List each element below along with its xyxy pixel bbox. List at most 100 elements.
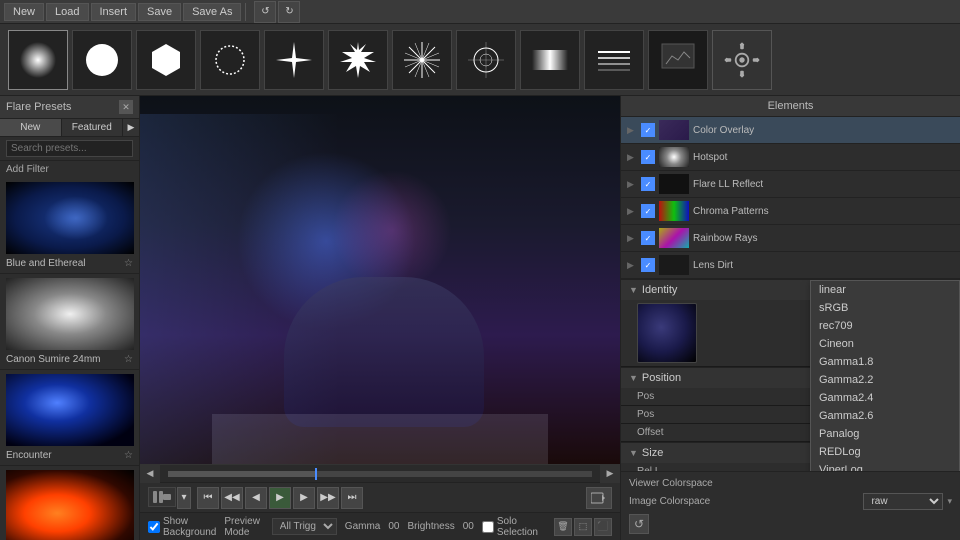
skip-to-start-button[interactable]: ⏮ (197, 487, 219, 509)
brush-6star[interactable] (328, 30, 388, 90)
step-back-button[interactable]: ◀ (245, 487, 267, 509)
cs-Gamma22[interactable]: Gamma2.2 (811, 371, 959, 389)
colorspace-dropdown: linear sRGB rec709 Cineon Gamma1.8 Gamma… (810, 280, 960, 471)
element-check-chroma[interactable]: ✓ (641, 204, 655, 218)
step-forward-button[interactable]: ▶ (293, 487, 315, 509)
settings-button[interactable] (712, 30, 772, 90)
element-check-lens-dirt[interactable]: ✓ (641, 258, 655, 272)
tab-featured[interactable]: Featured (62, 119, 124, 136)
preset-encounter[interactable]: Encounter ☆ (0, 370, 139, 466)
identity-title: Identity (642, 284, 677, 296)
brush-4star[interactable] (264, 30, 324, 90)
next-frame-button[interactable]: ▶▶ (317, 487, 339, 509)
preset-thumb-eye-beholder (6, 470, 134, 540)
save-button[interactable]: Save (138, 3, 181, 21)
cs-Gamma24[interactable]: Gamma2.4 (811, 389, 959, 407)
star-icon-canon-sumire[interactable]: ☆ (124, 354, 133, 365)
preset-eye-beholder[interactable]: Eye of the Beholder ☆ (0, 466, 139, 540)
brush-hexagon[interactable] (136, 30, 196, 90)
element-row-lens-dirt[interactable]: ▶ ✓ Lens Dirt (621, 252, 960, 279)
load-button[interactable]: Load (46, 3, 88, 21)
element-expand-arrow[interactable]: ▶ (627, 125, 637, 136)
element-check-flare[interactable]: ✓ (641, 177, 655, 191)
star-icon-encounter[interactable]: ☆ (124, 450, 133, 461)
undo-row: ↺ (629, 512, 952, 536)
undo-button[interactable]: ↺ (254, 1, 276, 23)
close-panel-button[interactable]: ✕ (119, 100, 133, 114)
position-title: Position (642, 372, 681, 384)
identity-arrow: ▼ (629, 285, 638, 295)
new-button[interactable]: New (4, 3, 44, 21)
image-colorspace-select[interactable]: raw (863, 493, 943, 510)
solo-selection-checkbox[interactable]: Solo Selection (482, 516, 538, 538)
cs-Cineon[interactable]: Cineon (811, 335, 959, 353)
play-button[interactable]: ▶ (269, 487, 291, 509)
element-expand-chroma[interactable]: ▶ (627, 206, 637, 217)
brush-preview-thumb[interactable] (648, 30, 708, 90)
brush-circle-outline[interactable] (200, 30, 260, 90)
colorspace-section: Viewer Colorspace Image Colorspace raw ▾… (621, 471, 960, 540)
element-thumb-hotspot (659, 147, 689, 167)
undo-icon[interactable]: ↺ (629, 514, 649, 534)
add-filter-button[interactable]: Add Filter (0, 161, 139, 178)
element-name-hotspot: Hotspot (693, 152, 954, 163)
brightness-label: Brightness (407, 521, 454, 532)
cs-linear[interactable]: linear (811, 281, 959, 299)
element-row-color-overlay[interactable]: ▶ ✓ Color Overlay (621, 117, 960, 144)
cs-rec709[interactable]: rec709 (811, 317, 959, 335)
brush-lines[interactable] (584, 30, 644, 90)
delete-icon-2[interactable]: ⬚ (574, 518, 592, 536)
preset-blue-ethereal[interactable]: Blue and Ethereal ☆ (0, 178, 139, 274)
save-as-button[interactable]: Save As (183, 3, 241, 21)
element-expand-hotspot[interactable]: ▶ (627, 152, 637, 163)
redo-button[interactable]: ↻ (278, 1, 300, 23)
element-check-color-overlay[interactable]: ✓ (641, 123, 655, 137)
timeline-track[interactable] (168, 471, 592, 477)
element-row-flare-ll-reflect[interactable]: ▶ ✓ Flare LL Reflect (621, 171, 960, 198)
cs-Gamma18[interactable]: Gamma1.8 (811, 353, 959, 371)
element-name-rainbow: Rainbow Rays (693, 233, 954, 244)
element-check-hotspot[interactable]: ✓ (641, 150, 655, 164)
gamma-value: 00 (388, 521, 399, 532)
element-check-rainbow[interactable]: ✓ (641, 231, 655, 245)
cs-Panalog[interactable]: Panalog (811, 425, 959, 443)
element-name-color-overlay: Color Overlay (693, 125, 954, 136)
preset-tabs: New Featured ▶ (0, 119, 139, 137)
cs-Gamma26[interactable]: Gamma2.6 (811, 407, 959, 425)
timeline-next-button[interactable]: ▶ (600, 465, 620, 483)
element-row-rainbow-rays[interactable]: ▶ ✓ Rainbow Rays (621, 225, 960, 252)
cs-ViperLog[interactable]: ViperLog (811, 461, 959, 471)
brush-half-gradient[interactable] (520, 30, 580, 90)
elements-list: ▶ ✓ Color Overlay ▶ ✓ Hotspot ▶ ✓ Flare … (621, 117, 960, 280)
prev-frame-button[interactable]: ◀◀ (221, 487, 243, 509)
element-expand-flare[interactable]: ▶ (627, 179, 637, 190)
star-icon-blue-ethereal[interactable]: ☆ (124, 258, 133, 269)
transport-dropdown[interactable]: ▾ (177, 487, 191, 509)
element-expand-rainbow[interactable]: ▶ (627, 233, 637, 244)
skip-to-end-button[interactable]: ⏭ (341, 487, 363, 509)
timeline-bar: ◀ ▶ (140, 464, 620, 482)
brush-soft-circle[interactable] (8, 30, 68, 90)
preset-tab-more[interactable]: ▶ (123, 119, 139, 136)
tab-new[interactable]: New (0, 119, 62, 136)
timeline-prev-button[interactable]: ◀ (140, 465, 160, 483)
brush-ring-burst[interactable] (456, 30, 516, 90)
brush-starburst[interactable] (392, 30, 452, 90)
render-button[interactable] (586, 487, 612, 509)
element-row-hotspot[interactable]: ▶ ✓ Hotspot (621, 144, 960, 171)
image-colorspace-label: Image Colorspace (629, 496, 859, 507)
brush-hard-circle[interactable] (72, 30, 132, 90)
delete-icon-3[interactable]: ⬛ (594, 518, 612, 536)
delete-icon-1[interactable]: 🗑 (554, 518, 572, 536)
preview-canvas[interactable] (140, 96, 620, 464)
search-presets-input[interactable] (6, 140, 133, 157)
show-background-checkbox[interactable]: Show Background (148, 516, 216, 538)
cs-REDLog[interactable]: REDLog (811, 443, 959, 461)
preview-mode-dropdown[interactable]: All Trigg (272, 518, 337, 535)
element-expand-lens-dirt[interactable]: ▶ (627, 260, 637, 271)
cs-sRGB[interactable]: sRGB (811, 299, 959, 317)
insert-button[interactable]: Insert (91, 3, 137, 21)
element-row-chroma-patterns[interactable]: ▶ ✓ Chroma Patterns (621, 198, 960, 225)
toolbar-separator (245, 3, 246, 21)
preset-canon-sumire[interactable]: Canon Sumire 24mm ☆ (0, 274, 139, 370)
